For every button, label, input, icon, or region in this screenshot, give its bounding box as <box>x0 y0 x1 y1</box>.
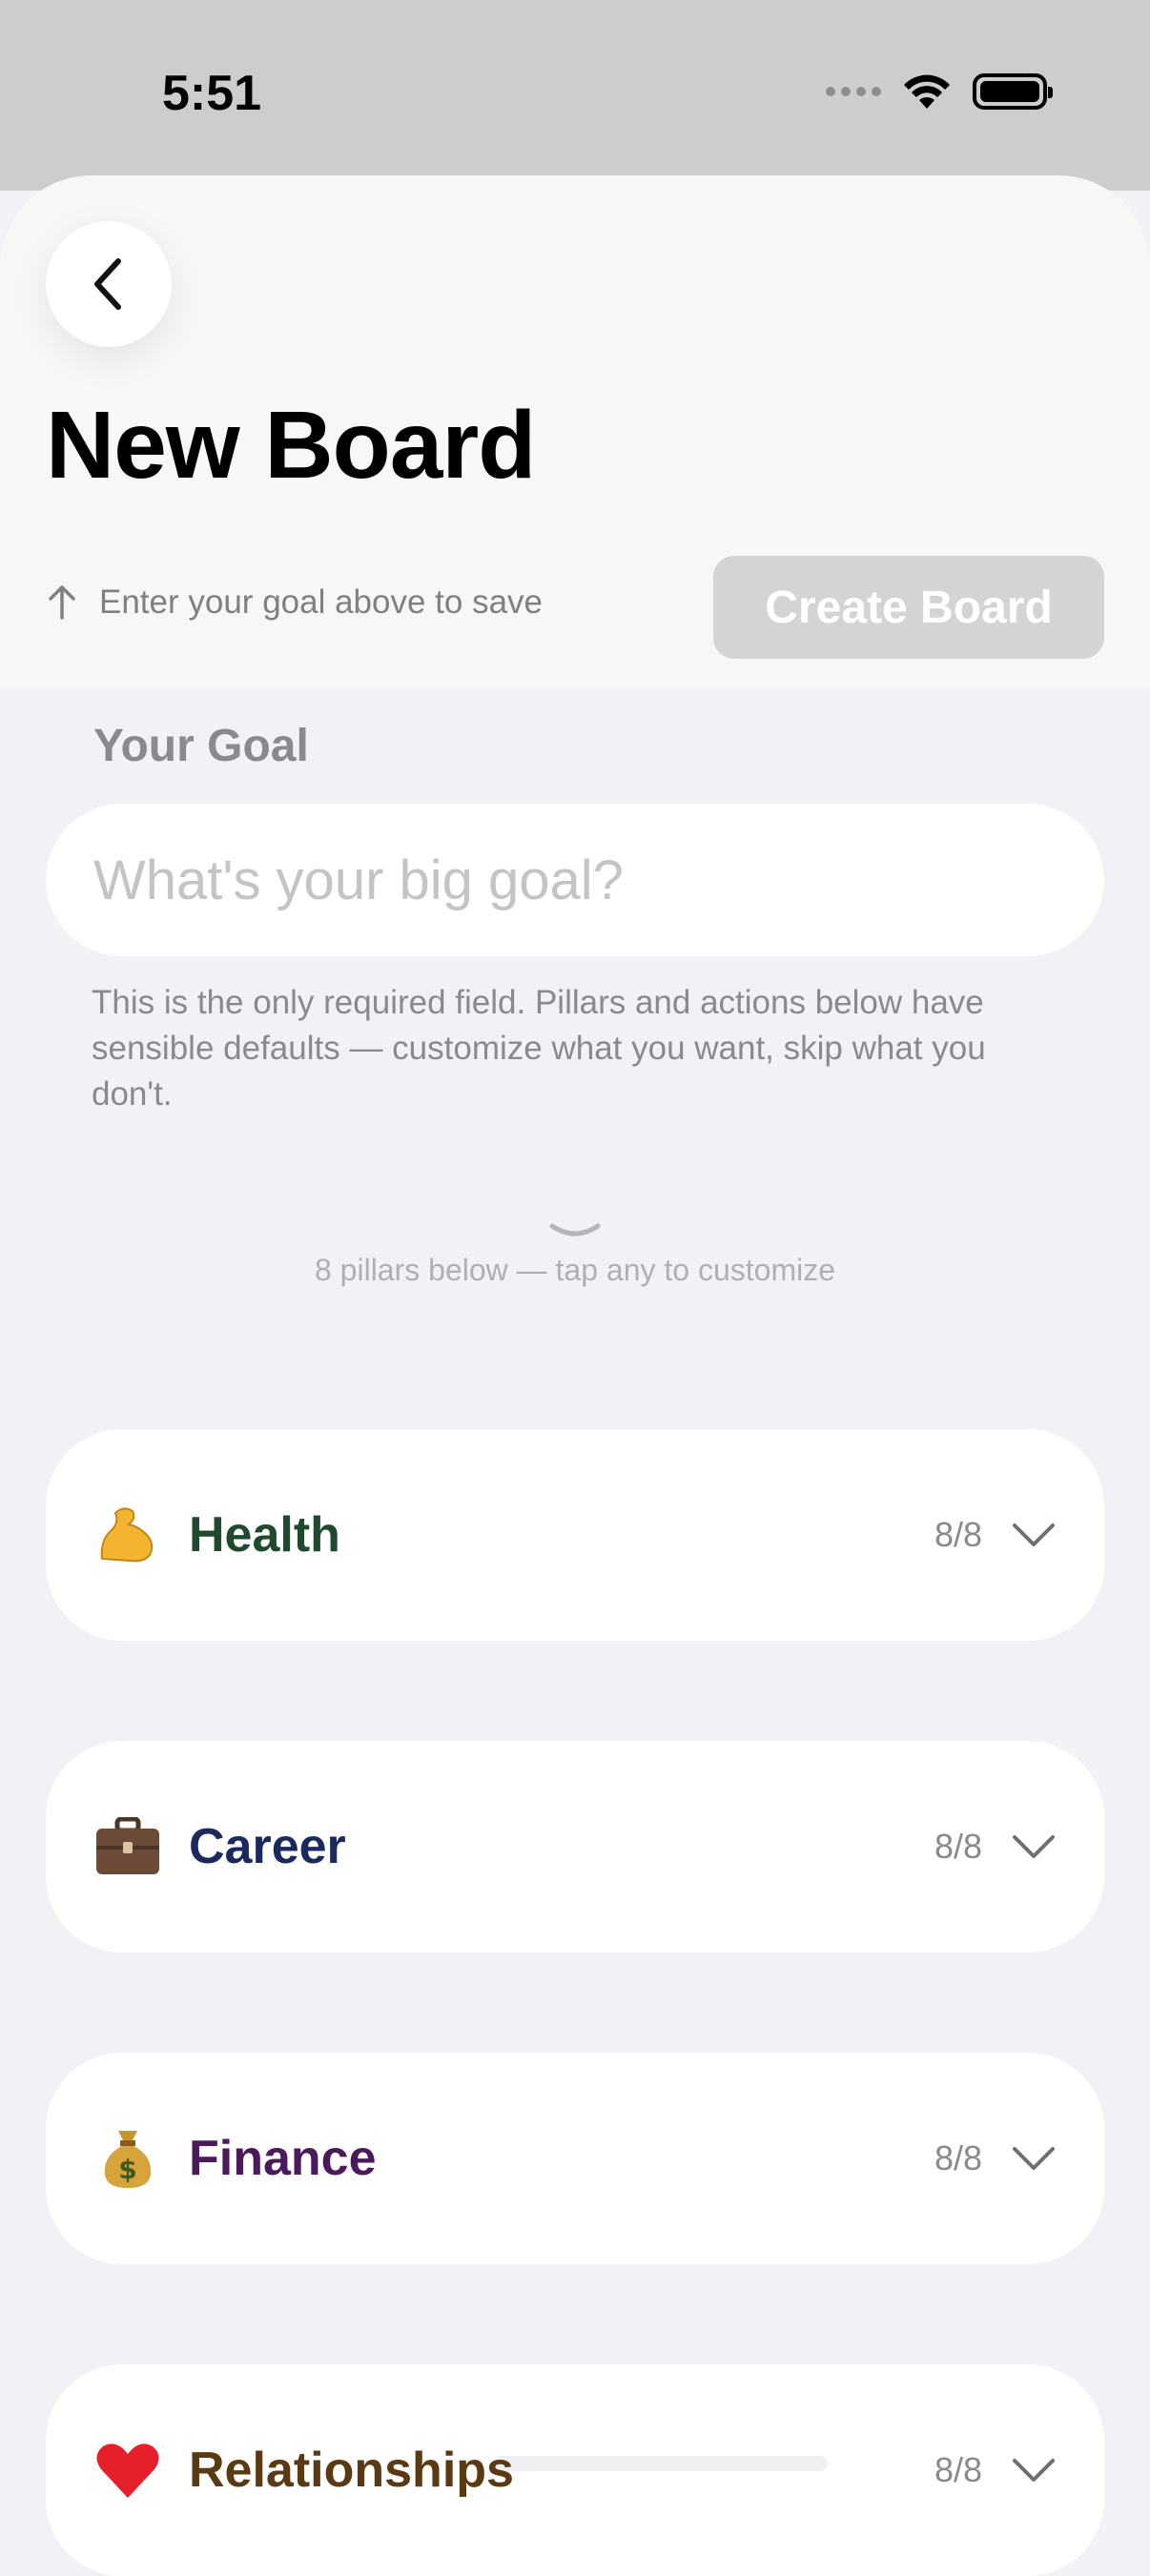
red-heart-icon <box>93 2436 162 2504</box>
chevron-down-icon <box>549 1223 601 1237</box>
pillar-count: 8/8 <box>934 1827 982 1866</box>
pillar-name: Finance <box>189 2131 377 2186</box>
status-icons <box>826 72 1053 111</box>
chevron-down-icon <box>1013 1835 1055 1858</box>
page-title: New Board <box>46 392 536 499</box>
pillar-count: 8/8 <box>934 2450 982 2489</box>
chevron-down-icon <box>1013 1523 1055 1546</box>
create-board-label: Create Board <box>765 582 1053 633</box>
pillar-name: Career <box>189 1819 346 1874</box>
pillar-count: 8/8 <box>934 2138 982 2177</box>
pillar-card-finance[interactable]: $ Finance 8/8 <box>46 2053 1104 2264</box>
chevron-down-icon <box>1013 2147 1055 2170</box>
goal-input[interactable] <box>46 804 1104 956</box>
money-bag-icon: $ <box>93 2124 162 2193</box>
flexed-biceps-icon <box>93 1501 162 1569</box>
briefcase-icon <box>93 1812 162 1881</box>
svg-text:$: $ <box>118 2154 136 2185</box>
pillar-card-career[interactable]: Career 8/8 <box>46 1741 1104 1952</box>
status-bar: 5:51 <box>0 0 1150 191</box>
save-hint: Enter your goal above to save <box>46 583 543 622</box>
pillar-count: 8/8 <box>934 1515 982 1554</box>
pillar-name: Relationships <box>189 2443 514 2498</box>
pillars-hint: 8 pillars below — tap any to customize <box>314 1253 836 1287</box>
status-time: 5:51 <box>162 66 262 121</box>
create-board-button[interactable]: Create Board <box>713 556 1104 659</box>
chevron-left-icon <box>94 258 121 310</box>
save-hint-text: Enter your goal above to save <box>99 583 544 621</box>
battery-icon <box>973 73 1053 110</box>
cellular-signal-icon <box>826 87 881 96</box>
goal-helper-text: This is the only required field. Pillars… <box>92 984 986 1113</box>
pillar-card-relationships[interactable]: Relationships 8/8 <box>46 2364 1104 2576</box>
chevron-down-icon <box>1013 2459 1055 2482</box>
back-button[interactable] <box>46 221 172 347</box>
pillar-name: Health <box>189 1507 340 1563</box>
wifi-icon <box>904 74 950 109</box>
goal-section-label: Your Goal <box>93 721 309 771</box>
pillar-card-health[interactable]: Health 8/8 <box>46 1429 1104 1641</box>
arrow-up-icon <box>49 585 75 620</box>
